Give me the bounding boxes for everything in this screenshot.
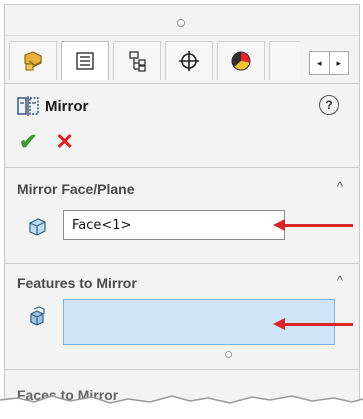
tab-configuration-manager[interactable]: [113, 41, 161, 80]
section-divider: [5, 369, 359, 370]
features-select-icon: [30, 306, 45, 326]
tab-overflow[interactable]: [269, 41, 300, 80]
tab-scroll-right-button[interactable]: ▸: [328, 52, 349, 74]
features-section-label: Features to Mirror: [17, 275, 137, 291]
tab-feature-manager[interactable]: [9, 41, 57, 80]
tab-dimxpert-manager[interactable]: [165, 41, 213, 80]
list-resize-handle[interactable]: [225, 351, 232, 358]
section-divider: [5, 167, 359, 168]
cancel-button[interactable]: ✕: [55, 131, 73, 153]
display-manager-icon: [231, 51, 251, 71]
panel-title-row: Mirror: [17, 93, 88, 119]
panel-grip-handle[interactable]: [177, 19, 185, 27]
callout-arrow: [273, 318, 353, 330]
property-manager-icon: [76, 52, 94, 70]
panel-top-strip: [5, 5, 359, 36]
help-button[interactable]: ?: [319, 95, 339, 115]
configuration-manager-icon: [129, 51, 146, 72]
manager-tab-bar: ◂ ▸: [5, 37, 359, 84]
features-collapse-caret[interactable]: ^: [337, 273, 343, 288]
dimxpert-icon: [179, 51, 199, 71]
ok-button[interactable]: ✔: [19, 131, 37, 153]
features-to-mirror-list[interactable]: [63, 299, 335, 345]
tab-display-manager[interactable]: [217, 41, 265, 80]
mirror-face-field[interactable]: Face<1>: [63, 210, 285, 240]
face-select-icon: [29, 218, 46, 236]
tab-scroll-left-button[interactable]: ◂: [310, 52, 329, 74]
action-buttons: ✔ ✕: [19, 131, 74, 153]
property-manager-panel: ◂ ▸ Mirror ? ✔ ✕ Mirror Face/Plane ^ Fac…: [4, 4, 360, 416]
section-divider: [5, 263, 359, 264]
panel-title: Mirror: [45, 97, 89, 115]
tab-property-manager[interactable]: [61, 41, 109, 80]
feature-manager-icon: [24, 51, 42, 71]
torn-edge: [0, 395, 363, 419]
mirror-icon: [17, 96, 39, 116]
tab-scroll-buttons: ◂ ▸: [309, 51, 349, 75]
callout-arrow: [273, 219, 353, 231]
mirror-face-section-label: Mirror Face/Plane: [17, 181, 135, 197]
mirror-face-collapse-caret[interactable]: ^: [337, 179, 343, 194]
